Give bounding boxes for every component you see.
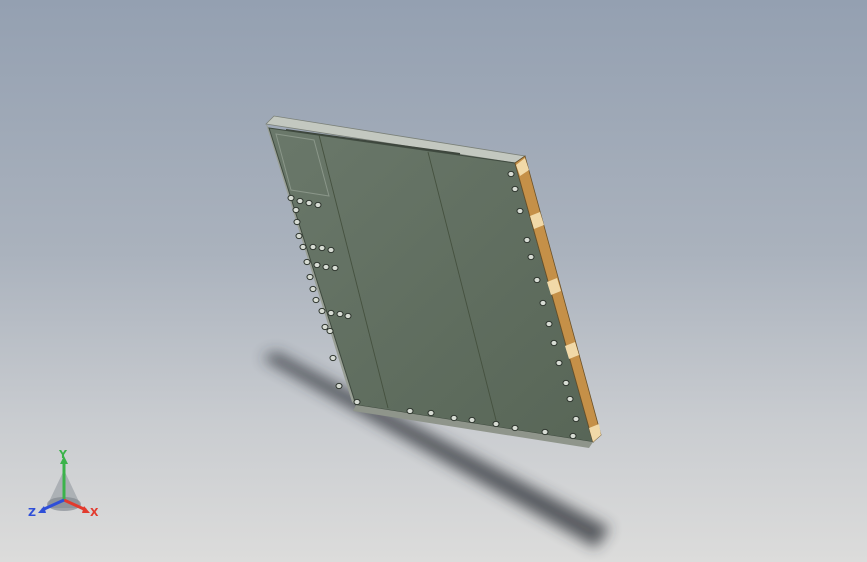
mounting-hole <box>296 197 304 205</box>
model-scene[interactable] <box>0 0 867 562</box>
3d-viewport[interactable]: Y X Z <box>0 0 867 562</box>
mounting-hole <box>327 246 335 254</box>
mounting-hole <box>511 424 519 432</box>
mounting-hole <box>314 201 322 209</box>
mounting-hole <box>331 264 339 272</box>
mounting-hole <box>569 432 577 440</box>
mounting-hole <box>303 258 311 266</box>
mounting-hole <box>322 263 330 271</box>
mounting-hole <box>572 415 580 423</box>
mounting-hole <box>550 339 558 347</box>
mounting-hole <box>313 261 321 269</box>
mounting-hole <box>329 354 337 362</box>
mounting-hole <box>292 206 300 214</box>
mounting-hole <box>427 409 435 417</box>
mounting-hole <box>309 285 317 293</box>
mounting-hole <box>309 243 317 251</box>
mounting-hole <box>321 323 329 331</box>
mounting-hole <box>406 407 414 415</box>
mounting-hole <box>527 253 535 261</box>
mounting-hole <box>293 218 301 226</box>
x-axis-label: X <box>90 506 99 519</box>
view-orientation-triad[interactable]: Y X Z <box>24 448 104 524</box>
z-axis-arrow-icon <box>38 506 46 513</box>
mounting-hole <box>295 232 303 240</box>
mounting-hole <box>555 359 563 367</box>
mounting-hole <box>326 327 334 335</box>
mounting-hole <box>492 420 500 428</box>
mounting-hole <box>353 398 361 406</box>
mounting-hole <box>545 320 553 328</box>
mounting-hole <box>516 207 524 215</box>
mounting-hole <box>318 244 326 252</box>
mounting-hole <box>318 307 326 315</box>
mounting-hole <box>327 309 335 317</box>
mounting-hole <box>539 299 547 307</box>
mounting-hole <box>468 416 476 424</box>
mounting-hole <box>305 199 313 207</box>
z-axis-label: Z <box>28 506 36 519</box>
mounting-hole <box>335 382 343 390</box>
mounting-hole <box>336 310 344 318</box>
mounting-hole <box>566 395 574 403</box>
mounting-hole <box>533 276 541 284</box>
mounting-hole <box>523 236 531 244</box>
y-axis-label: Y <box>58 448 68 461</box>
mounting-hole <box>562 379 570 387</box>
mounting-hole <box>299 243 307 251</box>
mounting-hole <box>306 273 314 281</box>
mounting-hole <box>507 170 515 178</box>
mounting-hole <box>287 194 295 202</box>
mounting-hole <box>450 414 458 422</box>
mounting-hole <box>511 185 519 193</box>
mounting-hole <box>312 296 320 304</box>
mounting-hole <box>344 312 352 320</box>
mounting-hole <box>541 428 549 436</box>
x-axis-arrow-icon <box>82 506 90 513</box>
